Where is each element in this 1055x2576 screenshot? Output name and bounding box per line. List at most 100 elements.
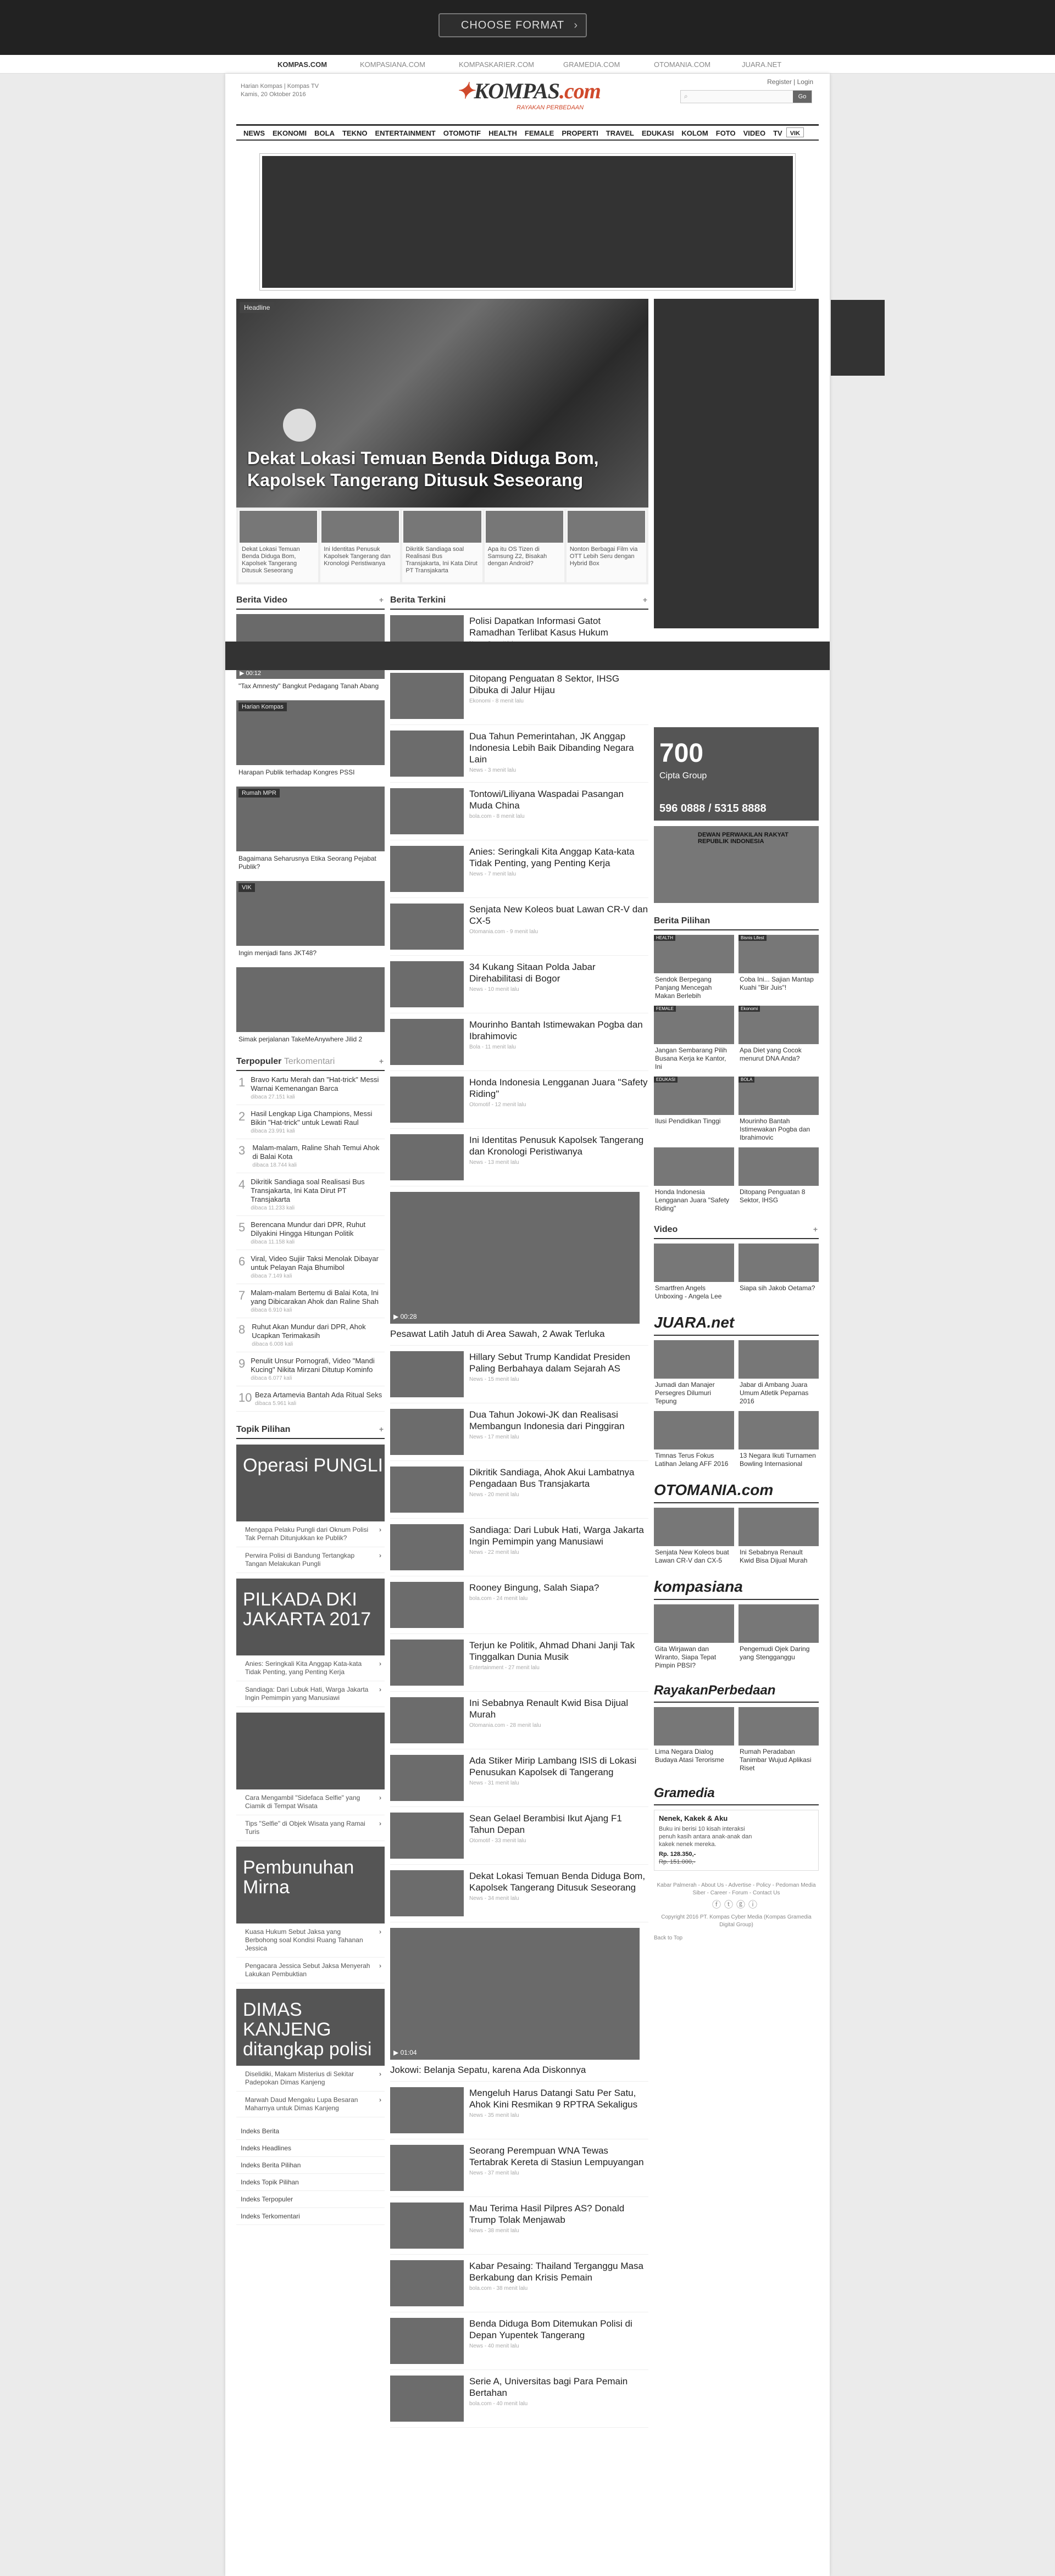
- news-title[interactable]: Dikritik Sandiaga, Ahok Akui Lambatnya P…: [469, 1467, 648, 1490]
- news-title[interactable]: Serie A, Universitas bagi Para Pemain Be…: [469, 2376, 648, 2399]
- nav-item-ekonomi[interactable]: EKONOMI: [269, 126, 310, 140]
- grid-thumb[interactable]: [738, 1604, 819, 1643]
- news-thumb[interactable]: [390, 2203, 464, 2249]
- grid-item[interactable]: Jabar di Ambang Juara Umum Atletik Pepar…: [738, 1340, 819, 1408]
- kompasiana-logo[interactable]: kompasiana: [654, 1578, 819, 1600]
- tab-terpopuler[interactable]: Terpopuler: [236, 1057, 281, 1066]
- news-item[interactable]: Seorang Perempuan WNA Tewas Tertabrak Ke…: [390, 2139, 648, 2197]
- berita-video-title[interactable]: Berita Video: [236, 595, 287, 605]
- topic-image[interactable]: Pembunuhan Mirna: [236, 1847, 385, 1923]
- choose-format-button[interactable]: CHOOSE FORMAT ›: [438, 13, 587, 37]
- popular-item[interactable]: 7 Malam-malam Bertemu di Balai Kota, Ini …: [236, 1284, 385, 1318]
- popular-title[interactable]: Malam-malam Bertemu di Balai Kota, Ini y…: [251, 1289, 382, 1306]
- grid-title[interactable]: Ini Sebabnya Renault Kwid Bisa Dijual Mu…: [738, 1546, 819, 1567]
- headline-thumb[interactable]: Dekat Lokasi Temuan Benda Diduga Bom, Ka…: [238, 510, 319, 582]
- grid-thumb[interactable]: [654, 1707, 734, 1746]
- nav-item-health[interactable]: HEALTH: [485, 126, 521, 140]
- topic-link[interactable]: Cara Mengambil "Sidefaca Selfie" yang Ci…: [236, 1789, 385, 1815]
- grid-title[interactable]: 13 Negara Ikuti Turnamen Bowling Interna…: [738, 1449, 819, 1470]
- news-title[interactable]: Mengeluh Harus Datangi Satu Per Satu, Ah…: [469, 2087, 648, 2110]
- grid-thumb[interactable]: [738, 1508, 819, 1546]
- news-item[interactable]: Mau Terima Hasil Pilpres AS? Donald Trum…: [390, 2197, 648, 2255]
- video-thumb[interactable]: VIK: [236, 881, 385, 946]
- topic-image[interactable]: [236, 1713, 385, 1789]
- ad-cipta[interactable]: 700 Cipta Group 596 0888 / 5315 8888: [654, 727, 819, 821]
- news-title[interactable]: Honda Indonesia Lengganan Juara "Safety …: [469, 1077, 648, 1100]
- thumb-title[interactable]: Nonton Berbagai Film via OTT Lebih Seru …: [567, 544, 646, 570]
- popular-title[interactable]: Penulit Unsur Pornografi, Video "Mandi K…: [251, 1357, 382, 1374]
- grid-thumb[interactable]: [738, 1340, 819, 1379]
- grid-title[interactable]: Honda Indonesia Lengganan Juara "Safety …: [654, 1186, 734, 1215]
- popular-item[interactable]: 10 Beza Artamevia Bantah Ada Ritual Seks d…: [236, 1386, 385, 1412]
- news-item-featured[interactable]: ▶ 01:04 Jokowi: Belanja Sepatu, karena Ad…: [390, 1922, 648, 2082]
- juara-logo[interactable]: JUARA.net: [654, 1314, 819, 1336]
- topic-image[interactable]: Operasi PUNGLI: [236, 1445, 385, 1521]
- grid-item[interactable]: Ekonomi Apa Diet yang Cocok menurut DNA A…: [738, 1006, 819, 1073]
- grid-title[interactable]: Rumah Peradaban Tanimbar Wujud Aplikasi …: [738, 1746, 819, 1775]
- popular-title[interactable]: Dikritik Sandiaga soal Realisasi Bus Tra…: [251, 1178, 382, 1204]
- news-title[interactable]: Hillary Sebut Trump Kandidat Presiden Pa…: [469, 1351, 648, 1374]
- nav-item-travel[interactable]: TRAVEL: [602, 126, 638, 140]
- otomania-logo[interactable]: OTOMANIA.com: [654, 1481, 819, 1503]
- login-link[interactable]: Login: [797, 78, 813, 86]
- grid-thumb[interactable]: Bisnis Lifest: [738, 935, 819, 973]
- footer-links[interactable]: Kabar Palmerah - About Us - Advertise - …: [654, 1882, 819, 1897]
- topik-title[interactable]: Topik Pilihan: [236, 1425, 290, 1434]
- thumb-title[interactable]: Ini Identitas Penusuk Kapolsek Tangerang…: [320, 544, 400, 570]
- gramedia-logo[interactable]: Gramedia: [654, 1786, 819, 1805]
- news-item[interactable]: Sandiaga: Dari Lubuk Hati, Warga Jakarta…: [390, 1519, 648, 1576]
- grid-title[interactable]: Jabar di Ambang Juara Umum Atletik Pepar…: [738, 1379, 819, 1408]
- popular-item[interactable]: 3 Malam-malam, Raline Shah Temui Ahok di …: [236, 1139, 385, 1173]
- news-thumb[interactable]: [390, 2087, 464, 2133]
- news-item[interactable]: Honda Indonesia Lengganan Juara "Safety …: [390, 1071, 648, 1129]
- news-item[interactable]: Rooney Bingung, Salah Siapa? bola.com - 2…: [390, 1576, 648, 1634]
- topic-link[interactable]: Anies: Seringkali Kita Anggap Kata-kata …: [236, 1655, 385, 1681]
- news-item[interactable]: Dua Tahun Pemerintahan, JK Anggap Indone…: [390, 725, 648, 783]
- grid-item[interactable]: Ini Sebabnya Renault Kwid Bisa Dijual Mu…: [738, 1508, 819, 1567]
- news-title[interactable]: Terjun ke Politik, Ahmad Dhani Janji Tak…: [469, 1640, 648, 1663]
- news-thumb[interactable]: [390, 673, 464, 719]
- news-item-featured[interactable]: ▶ 00:28 Pesawat Latih Jatuh di Area Sawah…: [390, 1186, 648, 1346]
- news-title[interactable]: Rooney Bingung, Salah Siapa?: [469, 1582, 599, 1593]
- news-title[interactable]: Dekat Lokasi Temuan Benda Diduga Bom, Ka…: [469, 1870, 648, 1893]
- news-thumb[interactable]: [390, 1467, 464, 1513]
- video-thumb[interactable]: [236, 967, 385, 1032]
- news-item[interactable]: Terjun ke Politik, Ahmad Dhani Janji Tak…: [390, 1634, 648, 1692]
- nav-item-news[interactable]: NEWS: [240, 126, 269, 140]
- grid-thumb[interactable]: EDUKASI: [654, 1077, 734, 1115]
- plus-icon[interactable]: +: [813, 1225, 818, 1234]
- topic-link[interactable]: Diselidiki, Makam Misterius di Sekitar P…: [236, 2066, 385, 2092]
- grid-thumb[interactable]: [654, 1147, 734, 1186]
- grid-title[interactable]: Ditopang Penguatan 8 Sektor, IHSG: [738, 1186, 819, 1207]
- news-thumb[interactable]: [390, 846, 464, 892]
- video-side-title[interactable]: Video: [654, 1225, 678, 1234]
- nav-item-female[interactable]: FEMALE: [521, 126, 558, 140]
- grid-thumb[interactable]: HEALTH: [654, 935, 734, 973]
- news-thumb[interactable]: [390, 2318, 464, 2364]
- thumb-image[interactable]: [403, 511, 481, 543]
- news-title[interactable]: Senjata New Koleos buat Lawan CR-V dan C…: [469, 904, 648, 927]
- grid-title[interactable]: Senjata New Koleos buat Lawan CR-V dan C…: [654, 1546, 734, 1567]
- grid-title[interactable]: Mourinho Bantah Istimewakan Pogba dan Ib…: [738, 1115, 819, 1144]
- headline-title[interactable]: Dekat Lokasi Temuan Benda Diduga Bom, Ka…: [247, 447, 632, 491]
- headline-block[interactable]: Headline Dekat Lokasi Temuan Benda Didug…: [236, 299, 648, 584]
- grid-item[interactable]: Senjata New Koleos buat Lawan CR-V dan C…: [654, 1508, 734, 1567]
- news-item[interactable]: Ada Stiker Mirip Lambang ISIS di Lokasi …: [390, 1749, 648, 1807]
- topic-image[interactable]: DIMAS KANJENG ditangkap polisi: [236, 1989, 385, 2066]
- grid-thumb[interactable]: [738, 1244, 819, 1282]
- plus-icon[interactable]: +: [379, 595, 384, 604]
- register-link[interactable]: Register: [767, 78, 792, 86]
- grid-item[interactable]: Jumadi dan Manajer Persegres Dilumuri Te…: [654, 1340, 734, 1408]
- topic-link[interactable]: Perwira Polisi di Bandung Tertangkap Tan…: [236, 1547, 385, 1573]
- back-to-top[interactable]: Back to Top: [654, 1934, 819, 1942]
- grid-thumb[interactable]: Ekonomi: [738, 1006, 819, 1044]
- nav-item-otomotif[interactable]: OTOMOTIF: [440, 126, 485, 140]
- topic-link[interactable]: Tips "Selfie" di Objek Wisata yang Ramai…: [236, 1815, 385, 1841]
- index-link[interactable]: Indeks Headlines: [236, 2140, 385, 2157]
- news-title[interactable]: Tontowi/Liliyana Waspadai Pasangan Muda …: [469, 788, 648, 811]
- topic-link[interactable]: Marwah Daud Mengaku Lupa Besaran Maharny…: [236, 2092, 385, 2117]
- news-item[interactable]: Ditopang Penguatan 8 Sektor, IHSG Dibuka…: [390, 667, 648, 725]
- news-title[interactable]: Ada Stiker Mirip Lambang ISIS di Lokasi …: [469, 1755, 648, 1778]
- network-link[interactable]: GRAMEDIA.COM: [563, 60, 620, 69]
- kompas-logo[interactable]: ✦KOMPAS.com RAYAKAN PERBEDAAN: [456, 78, 601, 111]
